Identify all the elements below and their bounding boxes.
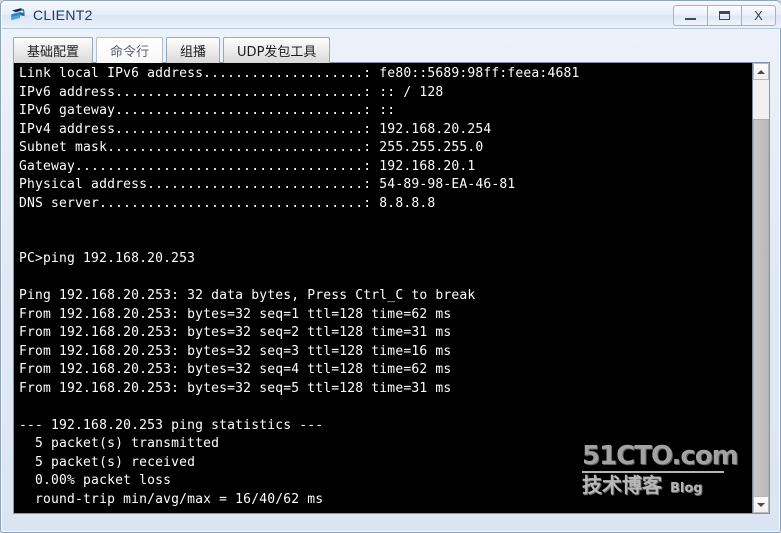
tab-basic-config-label: 基础配置 <box>27 45 80 60</box>
window-title: CLIENT2 <box>33 7 93 23</box>
scrollbar-thumb[interactable] <box>753 119 769 499</box>
terminal-text: Link local IPv6 address.................… <box>19 65 752 513</box>
minimize-button[interactable] <box>673 5 708 26</box>
minimize-icon <box>685 18 696 20</box>
scroll-down-arrow-icon <box>757 502 765 507</box>
tab-multicast[interactable]: 组播 <box>166 37 221 63</box>
tab-multicast-label: 组播 <box>180 45 207 60</box>
scroll-up-button[interactable] <box>753 63 769 80</box>
router-device-icon <box>9 6 27 24</box>
maximize-icon <box>719 11 730 20</box>
terminal-output[interactable]: Link local IPv6 address.................… <box>14 63 752 513</box>
tab-command-line-label: 命令行 <box>110 45 150 60</box>
vertical-scrollbar[interactable] <box>752 63 769 513</box>
close-icon: X <box>754 8 763 23</box>
tab-strip: 基础配置 命令行 组播 UDP发包工具 <box>13 37 333 63</box>
title-bar: CLIENT2 X <box>2 2 781 29</box>
client2-window: CLIENT2 X 基础配置 命令行 组播 UDP发包工具 Link local… <box>0 0 781 533</box>
tab-basic-config[interactable]: 基础配置 <box>13 37 94 63</box>
close-button[interactable]: X <box>741 5 776 26</box>
command-line-panel: Link local IPv6 address.................… <box>13 62 770 514</box>
tab-udp-tool-label: UDP发包工具 <box>237 45 317 60</box>
window-controls: X <box>673 5 776 26</box>
tab-udp-tool[interactable]: UDP发包工具 <box>223 37 331 63</box>
tab-command-line[interactable]: 命令行 <box>96 37 164 63</box>
scroll-up-arrow-icon <box>757 69 765 74</box>
scroll-down-button[interactable] <box>753 496 769 513</box>
maximize-button[interactable] <box>707 5 742 26</box>
